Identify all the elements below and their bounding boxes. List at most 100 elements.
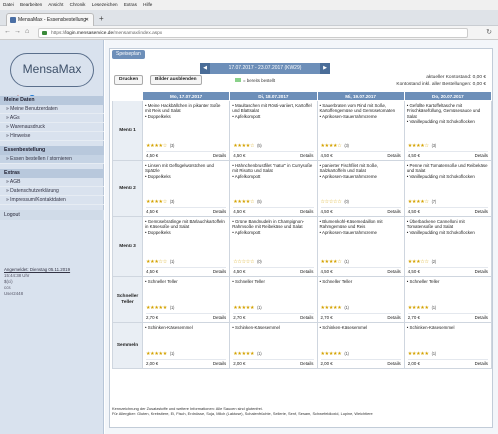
rating-count: (3) [169, 142, 175, 148]
rating-stars[interactable]: ★★★★☆ (7) [408, 199, 436, 205]
details-link[interactable]: Details [213, 208, 226, 215]
meal-cell[interactable]: • Schinken-Käsesemmel ★★★★★ (1) 2,00 € Detai… [229, 322, 318, 369]
meal-cell[interactable]: • Linsen mit Geflügelwürstchen und Spätz… [141, 160, 231, 217]
details-link[interactable]: Details [387, 314, 400, 321]
speiseplan-tab[interactable]: Speiseplan [112, 50, 145, 59]
details-link[interactable]: Details [300, 360, 313, 367]
reload-icon[interactable]: ↻ [486, 28, 492, 36]
rating-stars[interactable]: ★★★☆☆ (1) [146, 259, 174, 265]
meal-cell[interactable]: • Sauerbraten vom Rind mit Soße, Kartoff… [316, 100, 405, 161]
print-button[interactable]: Drucken [114, 75, 144, 85]
meal-cell[interactable]: • Gemüsebratlinge mit Bärlauchkartoffeln… [141, 216, 231, 277]
details-link[interactable]: Details [475, 268, 488, 275]
menu-row: Menü 3 • Gemüsebratlinge mit Bärlauchkart… [112, 216, 493, 277]
meal-cell[interactable]: • panierter Fischfilet mit Soße, Salzkar… [316, 160, 405, 217]
details-link[interactable]: Details [213, 268, 226, 275]
menu-ansicht[interactable]: Ansicht [48, 2, 63, 7]
nav-item-benutzerdaten[interactable]: » Meine Benutzerdaten [0, 105, 104, 114]
nav-item-agb[interactable]: » AGB [0, 178, 104, 187]
meal-side: Vanillepudding mit Schokoflocken [409, 119, 475, 125]
menu-datei[interactable]: Datei [3, 2, 14, 7]
url-path: /mensamax/index.aspx [113, 31, 163, 36]
nav-item-essen-bestellen[interactable]: » Essen bestellen / stornieren [0, 155, 104, 164]
meal-footer: 2,70 € Details [407, 313, 488, 321]
menu-bearbeiten[interactable]: Bearbeiten [20, 2, 42, 7]
rating-stars[interactable]: ★★★★☆ (1) [321, 259, 349, 265]
meal-cell[interactable]: • Penne mit Tomatensoße und Reibekäse un… [403, 160, 493, 217]
rating-stars[interactable]: ★★★★☆ (3) [146, 199, 174, 205]
next-week-icon[interactable]: ▶ [320, 63, 330, 74]
rating-stars[interactable]: ★★★★★ (1) [233, 305, 261, 311]
rating-stars[interactable]: ★★★★★ (1) [408, 305, 436, 311]
details-link[interactable]: Details [387, 360, 400, 367]
details-link[interactable]: Details [213, 314, 226, 321]
details-link[interactable]: Details [300, 208, 313, 215]
meal-cell[interactable]: • Schneller Teller ★★★★★ (1) 2,70 € Details [403, 276, 493, 323]
meal-cell[interactable]: • Blumenkohl-Käsemedaillon mit Rahmgemüs… [316, 216, 405, 277]
logout-link[interactable]: Logout [0, 210, 104, 220]
nav-item-datenschutz[interactable]: » Datenschutzerklärung [0, 187, 104, 196]
rating-stars[interactable]: ★★★☆☆ (2) [408, 259, 436, 265]
rating-stars[interactable]: ☆☆☆☆☆ (0) [233, 259, 261, 265]
meal-cell[interactable]: • Maultaschen mit Rösti-variiert, Kartof… [229, 100, 318, 161]
menu-lesezeichen[interactable]: Lesezeichen [92, 2, 118, 7]
rating-stars[interactable]: ★★★★☆ (3) [146, 143, 174, 149]
meal-cell[interactable]: • Schneller Teller ★★★★★ (1) 2,70 € Details [316, 276, 405, 323]
url-field[interactable]: https://login.mensaservice.de/mensamax/i… [38, 28, 468, 38]
meal-cell[interactable]: • Überbackene Cannelloni mit Tomatensoße… [403, 216, 493, 277]
meal-text: • Überbackene Cannelloni mit Tomatensoße… [406, 219, 475, 235]
nav-item-warenausdruck[interactable]: » Warenausdruck [0, 123, 104, 132]
prev-week-icon[interactable]: ◀ [200, 63, 210, 74]
rating-stars[interactable]: ★★★★☆ (5) [233, 143, 261, 149]
rating-stars[interactable]: ★★★★★ (1) [321, 351, 349, 357]
browser-tab[interactable]: MensaMax - Essensbestellung ✕ [6, 13, 94, 26]
menu-chronik[interactable]: Chronik [70, 2, 86, 7]
details-link[interactable]: Details [475, 314, 488, 321]
rating-stars[interactable]: ★★★★☆ (3) [321, 143, 349, 149]
menu-hilfe[interactable]: Hilfe [143, 2, 152, 7]
rating-count: (1) [431, 304, 437, 310]
meal-price: 4,50 € [146, 269, 159, 274]
new-tab-icon[interactable]: + [99, 14, 104, 23]
rating-stars[interactable]: ★★★★★ (1) [146, 351, 174, 357]
details-link[interactable]: Details [300, 268, 313, 275]
rating-stars[interactable]: ★★★★★ (1) [146, 305, 174, 311]
forward-icon[interactable]: → [14, 28, 21, 35]
meal-cell[interactable]: • Schneller Teller ★★★★★ (1) 2,70 € Details [229, 276, 318, 323]
rating-stars[interactable]: ★★★★★ (1) [321, 305, 349, 311]
details-link[interactable]: Details [387, 152, 400, 159]
details-link[interactable]: Details [300, 314, 313, 321]
nav-item-hinweise[interactable]: » Hinweise [0, 132, 104, 141]
meal-cell[interactable]: • Hähnchenbrustfilet "natur" in Currysoß… [229, 160, 318, 217]
nav-item-impressum[interactable]: » Impressum/Kontaktdaten [0, 196, 104, 205]
rating-stars[interactable]: ★★★★★ (1) [233, 351, 261, 357]
menu-extras[interactable]: Extras [124, 2, 137, 7]
meal-cell[interactable]: • Schinken-Käsesemmel ★★★★★ (1) 2,00 € Detai… [141, 322, 231, 369]
details-link[interactable]: Details [475, 360, 488, 367]
rating-count: (1) [344, 304, 349, 310]
meal-price: 2,00 € [320, 361, 333, 366]
meal-cell[interactable]: • Gefüllte Kartoffeltasche mit Frischkäs… [403, 100, 493, 161]
details-link[interactable]: Details [387, 208, 400, 215]
meal-cell[interactable]: • Grüne Bandnudeln in Champignon-Rahmsoß… [229, 216, 318, 277]
rating-stars[interactable]: ☆☆☆☆☆ (0) [321, 199, 349, 205]
close-tab-icon[interactable]: ✕ [85, 14, 89, 26]
rating-stars[interactable]: ★★★★☆ (5) [233, 199, 261, 205]
details-link[interactable]: Details [475, 208, 488, 215]
home-icon[interactable]: ⌂ [25, 28, 29, 35]
rating-stars[interactable]: ★★★★☆ (3) [408, 143, 436, 149]
meal-cell[interactable]: • Meine Hackbällchen in pikanter Soße mi… [141, 100, 231, 161]
details-link[interactable]: Details [213, 360, 226, 367]
nav-item-ags[interactable]: » AGs [0, 114, 104, 123]
footnote: Kennzeichnung der Zusatzstoffe und weite… [112, 406, 492, 416]
hide-images-button[interactable]: Bilder ausblenden [150, 75, 202, 85]
back-icon[interactable]: ← [4, 28, 11, 35]
details-link[interactable]: Details [475, 152, 488, 159]
details-link[interactable]: Details [387, 268, 400, 275]
details-link[interactable]: Details [300, 152, 313, 159]
rating-stars[interactable]: ★★★★★ (1) [408, 351, 436, 357]
details-link[interactable]: Details [213, 152, 226, 159]
meal-cell[interactable]: • Schinken-Käsesemmel ★★★★★ (1) 2,00 € Detai… [403, 322, 493, 369]
meal-cell[interactable]: • Schneller Teller ★★★★★ (1) 2,70 € Details [141, 276, 231, 323]
meal-cell[interactable]: • Schinken-Käsesemmel ★★★★★ (1) 2,00 € Detai… [316, 322, 405, 369]
